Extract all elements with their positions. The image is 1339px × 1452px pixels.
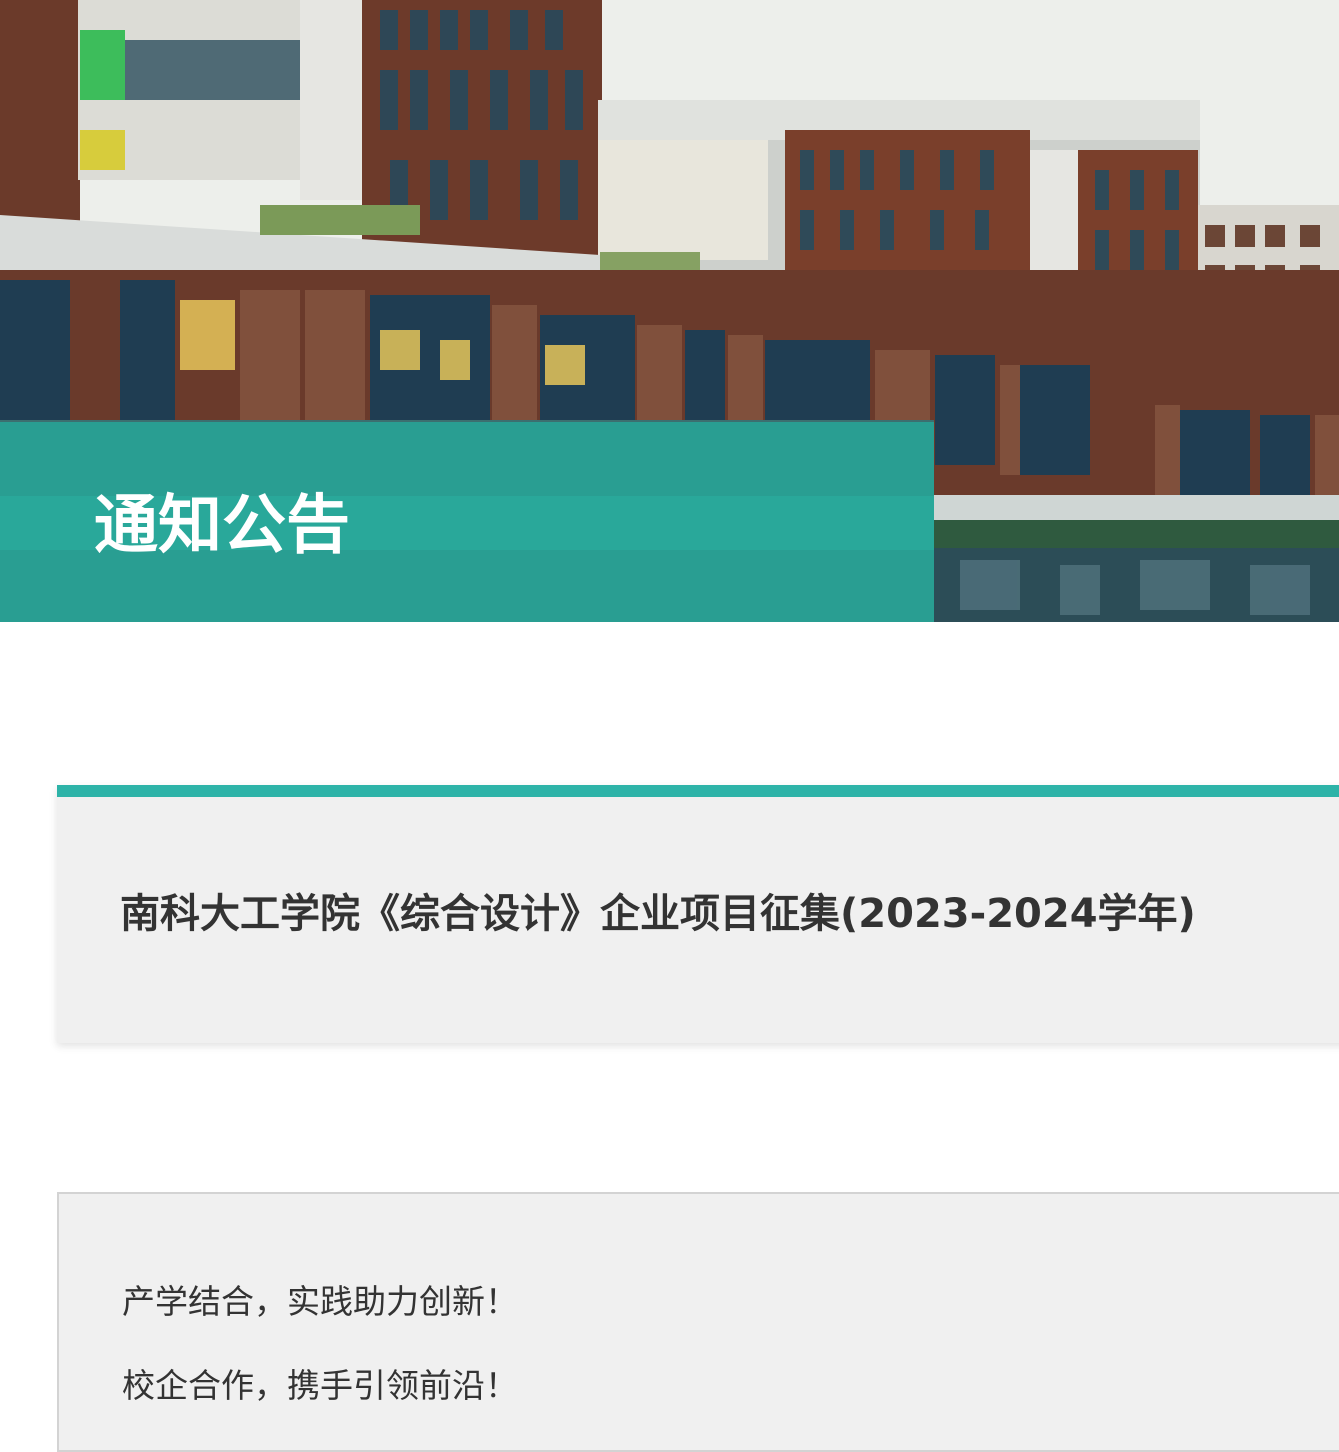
article-title: 南科大工学院《综合设计》企业项目征集(2023-2024学年) [120, 891, 1196, 937]
article-paragraph: 校企合作，携手引领前沿！ [122, 1366, 518, 1405]
article-paragraph: 产学结合，实践助力创新！ [122, 1282, 518, 1321]
article-content-card: 产学结合，实践助力创新！ 校企合作，携手引领前沿！ [57, 1192, 1339, 1452]
article-title-card: 南科大工学院《综合设计》企业项目征集(2023-2024学年) [57, 785, 1339, 1043]
hero-banner: 通知公告 [0, 0, 1339, 622]
banner-title: 通知公告 [94, 489, 350, 563]
